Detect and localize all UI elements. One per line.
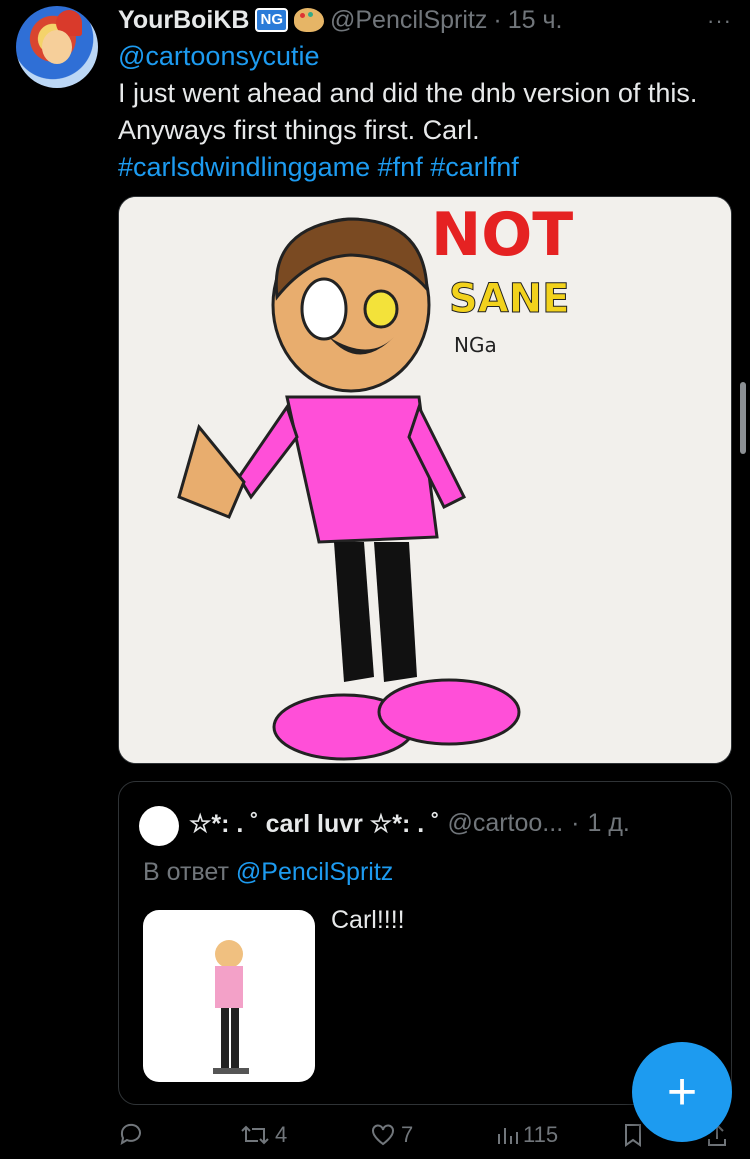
drawing-text-sane: SANE	[449, 276, 570, 322]
views-button[interactable]: 115	[496, 1122, 558, 1148]
author-handle[interactable]: @PencilSpritz	[330, 6, 487, 35]
quote-author-name[interactable]: ☆*: . ˚ carl luvr ☆*: . ˚	[189, 809, 439, 839]
scrollbar[interactable]	[740, 382, 746, 454]
quote-separator: ·	[571, 809, 580, 837]
reply-prefix: В ответ	[143, 858, 229, 886]
quote-text: Carl!!!!	[331, 906, 405, 934]
reply-icon	[120, 1123, 141, 1146]
views-count: 115	[523, 1122, 559, 1147]
more-options-icon[interactable]: ···	[707, 8, 732, 34]
tweet-body: @cartoonsycutie I just went ahead and di…	[118, 38, 718, 186]
palette-icon	[293, 8, 324, 32]
drawing-text-not: NOT	[431, 200, 573, 270]
views-icon	[498, 1128, 518, 1144]
ng-badge: NG	[255, 8, 288, 32]
retweet-count: 4	[275, 1122, 288, 1147]
like-button[interactable]: 7	[370, 1122, 413, 1148]
author-name[interactable]: YourBoiKB	[118, 6, 249, 35]
reply-to-mention[interactable]: @cartoonsycutie	[118, 41, 320, 71]
tweet-actions: 4 7 115	[118, 1122, 732, 1158]
quote-reply-line: В ответ @PencilSpritz	[143, 858, 393, 887]
tweet-header: YourBoiKB NG @PencilSpritz · 15 ч.	[118, 2, 562, 38]
hashtag-list: #carlsdwindlinggame #fnf #carlfnf	[118, 149, 718, 186]
quote-media-thumbnail[interactable]	[143, 910, 315, 1082]
header-separator: ·	[493, 5, 502, 34]
author-avatar[interactable]	[16, 6, 98, 88]
carl-figure-thumbnail	[213, 940, 249, 1074]
quote-time: 1 д.	[587, 809, 630, 837]
quote-author-avatar[interactable]	[139, 806, 179, 846]
quoted-tweet[interactable]: ☆*: . ˚ carl luvr ☆*: . ˚ @cartoo... · 1…	[118, 781, 732, 1105]
retweet-button[interactable]: 4	[240, 1122, 287, 1148]
avatar-face	[42, 30, 72, 64]
like-count: 7	[401, 1122, 414, 1147]
compose-button[interactable]: +	[632, 1042, 732, 1142]
tweet-text: I just went ahead and did the dnb versio…	[118, 78, 698, 145]
drawing-signature: NGa	[454, 333, 497, 357]
hashtag-carlfnf[interactable]: #carlfnf	[430, 152, 519, 182]
reply-button[interactable]	[118, 1122, 149, 1146]
bookmark-icon	[625, 1124, 641, 1147]
quote-author-handle[interactable]: @cartoo...	[447, 809, 563, 839]
retweet-icon	[241, 1125, 269, 1145]
hashtag-fnf[interactable]: #fnf	[378, 152, 423, 182]
tweet-media-image[interactable]: NOT SANE NGa	[118, 196, 732, 764]
quote-header: ☆*: . ˚ carl luvr ☆*: . ˚ @cartoo... · 1…	[189, 809, 630, 839]
plus-icon: +	[666, 1063, 698, 1121]
heart-icon	[372, 1124, 394, 1146]
hashtag-carlsdwindlinggame[interactable]: #carlsdwindlinggame	[118, 152, 370, 182]
tweet-time[interactable]: 15 ч.	[508, 6, 563, 35]
carl-drawing: NOT SANE NGa	[119, 197, 731, 763]
bookmark-button[interactable]	[622, 1122, 644, 1148]
reply-handle[interactable]: @PencilSpritz	[236, 858, 393, 886]
